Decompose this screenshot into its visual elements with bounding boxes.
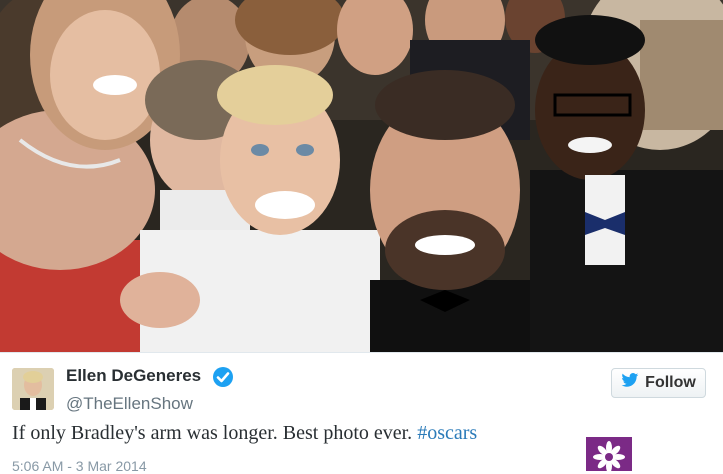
oscars-logo-icon [586, 437, 632, 471]
tweet-text-body: If only Bradley's arm was longer. Best p… [12, 422, 418, 444]
tweet-card: Ellen DeGeneres @TheEllenShow Follow If … [0, 352, 723, 474]
follow-button-label: Follow [645, 374, 696, 391]
hashtag-link[interactable]: #oscars [417, 422, 477, 444]
tweet-photo[interactable] [0, 0, 723, 352]
tweet-timestamp[interactable]: 5:06 AM - 3 Mar 2014 [12, 458, 147, 474]
tweet-text: If only Bradley's arm was longer. Best p… [12, 422, 477, 445]
group-selfie-image [0, 0, 723, 352]
twitter-bird-icon [621, 373, 639, 393]
display-name[interactable]: Ellen DeGeneres [66, 366, 201, 386]
verified-badge-icon [212, 366, 234, 388]
user-handle[interactable]: @TheEllenShow [66, 394, 193, 414]
profile-avatar[interactable] [12, 368, 54, 410]
follow-button[interactable]: Follow [611, 368, 706, 398]
